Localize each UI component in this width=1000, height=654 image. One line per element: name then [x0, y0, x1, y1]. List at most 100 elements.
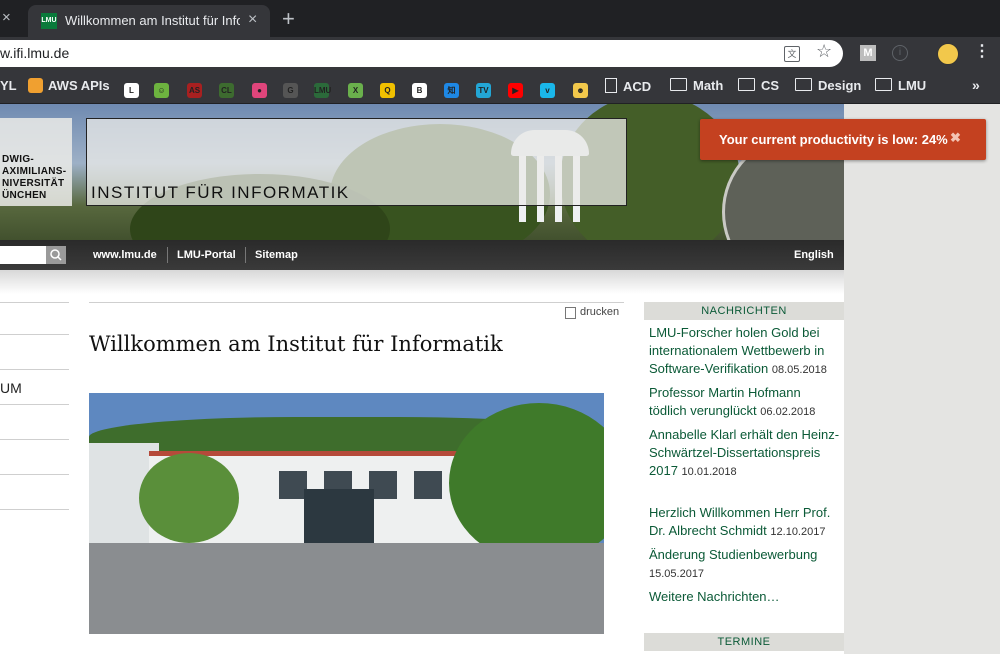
folder-icon — [738, 78, 755, 91]
bookmark-label: LMU — [898, 78, 927, 93]
more-news-link[interactable]: Weitere Nachrichten… — [649, 588, 841, 606]
bookmark-item[interactable]: G — [283, 78, 303, 98]
bookmark-item[interactable]: TV — [476, 78, 496, 98]
bookmark-item[interactable]: ▶ — [508, 78, 528, 98]
nav-separator — [245, 247, 246, 263]
folder-icon — [875, 78, 892, 91]
bookmark-item[interactable]: ☺ — [154, 78, 174, 98]
bookmark-label: AWS APIs — [48, 78, 110, 93]
bookmark-favicon-icon: CL — [219, 83, 234, 98]
bookmark-favicon-icon: Q — [380, 83, 395, 98]
print-icon[interactable] — [565, 307, 576, 319]
bookmark-label: CS — [761, 78, 780, 93]
leftnav-divider — [0, 302, 69, 303]
bookmark-favicon-icon: G — [283, 83, 298, 98]
bookmark-item[interactable]: LMU — [875, 78, 926, 96]
bookmark-item[interactable]: CS — [738, 78, 779, 96]
bookmark-item[interactable]: AS — [187, 78, 207, 98]
productivity-toast[interactable]: Your current productivity is low: 24% ✖ — [700, 119, 986, 160]
search-button[interactable] — [46, 246, 66, 264]
bookmark-favicon-icon: 知 — [444, 83, 459, 98]
header-fade — [0, 270, 844, 294]
web-page: DWIG- AXIMILIANS- NIVERSITÄT ÜNCHEN INST… — [0, 104, 844, 654]
bookmark-item[interactable]: v — [540, 78, 560, 98]
leftnav-item[interactable]: UM — [0, 380, 22, 396]
news-date: 15.05.2017 — [649, 568, 705, 580]
bookmark-item[interactable]: X — [348, 78, 368, 98]
bookmark-item[interactable]: Math — [670, 78, 723, 96]
news-item[interactable]: Professor Martin Hofmann tödlich verungl… — [649, 384, 841, 421]
tab-title: Willkommen am Institut für Informatik — [65, 13, 240, 28]
bookmark-label: Math — [693, 78, 724, 93]
bookmark-favicon-icon: L — [124, 83, 139, 98]
language-link[interactable]: English — [794, 249, 834, 261]
nav-link-portal[interactable]: LMU-Portal — [177, 249, 236, 261]
bookmark-favicon-icon: TV — [476, 83, 491, 98]
nav-link-sitemap[interactable]: Sitemap — [255, 249, 298, 261]
content-divider — [89, 302, 624, 303]
lmu-logo[interactable]: DWIG- AXIMILIANS- NIVERSITÄT ÜNCHEN — [0, 118, 72, 206]
lmu-logo-text: DWIG- AXIMILIANS- NIVERSITÄT ÜNCHEN — [2, 154, 67, 201]
bookmarks-overflow-icon[interactable]: » — [972, 77, 980, 93]
profile-avatar[interactable] — [937, 43, 959, 65]
bookmark-star-icon[interactable]: ☆ — [816, 41, 832, 62]
institute-title: INSTITUT FÜR INFORMATIK — [91, 183, 350, 202]
news-heading: NACHRICHTEN — [644, 302, 844, 320]
events-heading: TERMINE — [644, 633, 844, 651]
news-date: 10.01.2018 — [681, 466, 737, 478]
browser-toolbar: w.ifi.lmu.de 文 ☆ — [0, 37, 1000, 70]
bookmark-favicon-icon: LMU — [314, 83, 331, 98]
translate-icon[interactable]: 文 — [784, 46, 800, 62]
leftnav-divider — [0, 404, 69, 405]
bookmark-item[interactable]: AWS APIs — [28, 78, 110, 96]
news-item[interactable]: Änderung Studienbewerbung 15.05.2017 — [649, 546, 841, 583]
bookmark-label: Design — [818, 78, 862, 93]
document-icon — [605, 78, 617, 93]
bookmark-item[interactable]: L — [124, 78, 144, 98]
leftnav-divider — [0, 334, 69, 335]
bookmark-item[interactable]: 知 — [444, 78, 464, 98]
nav-link-lmu[interactable]: www.lmu.de — [93, 249, 157, 261]
address-bar[interactable]: w.ifi.lmu.de 文 ☆ — [0, 40, 843, 67]
institute-title-box[interactable]: INSTITUT FÜR INFORMATIK — [86, 118, 627, 206]
folder-icon — [795, 78, 812, 91]
news-item[interactable]: LMU-Forscher holen Gold bei internationa… — [649, 324, 841, 379]
bookmark-favicon-icon: X — [348, 83, 363, 98]
news-item[interactable]: Herzlich Willkommen Herr Prof. Dr. Albre… — [649, 504, 841, 541]
bookmark-item[interactable]: Q — [380, 78, 400, 98]
bookmark-label: YL — [0, 78, 17, 93]
print-link[interactable]: drucken — [580, 306, 619, 318]
news-date: 06.02.2018 — [760, 406, 816, 418]
leftnav-divider — [0, 474, 69, 475]
news-date: 08.05.2018 — [771, 364, 827, 376]
extension-m-icon[interactable]: M — [860, 45, 876, 61]
browser-menu-icon[interactable]: ⋮ — [974, 41, 990, 61]
bookmark-item[interactable]: CL — [219, 78, 239, 98]
bookmark-item[interactable]: Design — [795, 78, 861, 96]
tab-close-icon[interactable]: × — [248, 11, 257, 29]
tab-bar: × LMU Willkommen am Institut für Informa… — [0, 0, 1000, 37]
bookmark-label: ACD — [623, 79, 652, 94]
folder-icon — [670, 78, 687, 91]
bookmark-item[interactable]: LMU — [314, 78, 334, 98]
browser-tab[interactable]: LMU Willkommen am Institut für Informati… — [28, 5, 270, 37]
toast-close-icon[interactable]: ✖ — [950, 130, 961, 146]
bookmarks-bar: YL AWS APIs L ☺ AS CL ● G LMU X Q B 知 TV ▶ v ☻ ACD Math CS D… — [0, 70, 1000, 104]
bookmark-item[interactable]: ● — [252, 78, 272, 98]
bookmark-item[interactable]: ACD — [605, 78, 651, 96]
bookmark-item[interactable]: B — [412, 78, 432, 98]
news-item[interactable]: Annabelle Klarl erhält den Heinz-Schwärt… — [649, 426, 841, 481]
info-extension-icon[interactable]: i — [892, 45, 908, 61]
bookmark-favicon-icon: ▶ — [508, 83, 523, 98]
tab-close-icon[interactable]: × — [2, 9, 11, 26]
bookmark-item[interactable]: YL — [0, 78, 17, 96]
leftnav-divider — [0, 369, 69, 370]
url-text[interactable]: w.ifi.lmu.de — [0, 45, 69, 61]
productivity-message: Your current productivity is low: 24% — [719, 132, 948, 147]
leftnav-divider — [0, 509, 69, 510]
news-date: 12.10.2017 — [770, 526, 826, 538]
bookmark-favicon-icon: ☻ — [573, 83, 588, 98]
new-tab-button[interactable]: + — [282, 6, 295, 32]
bookmark-item[interactable]: ☻ — [573, 78, 593, 98]
search-input[interactable] — [0, 246, 46, 264]
